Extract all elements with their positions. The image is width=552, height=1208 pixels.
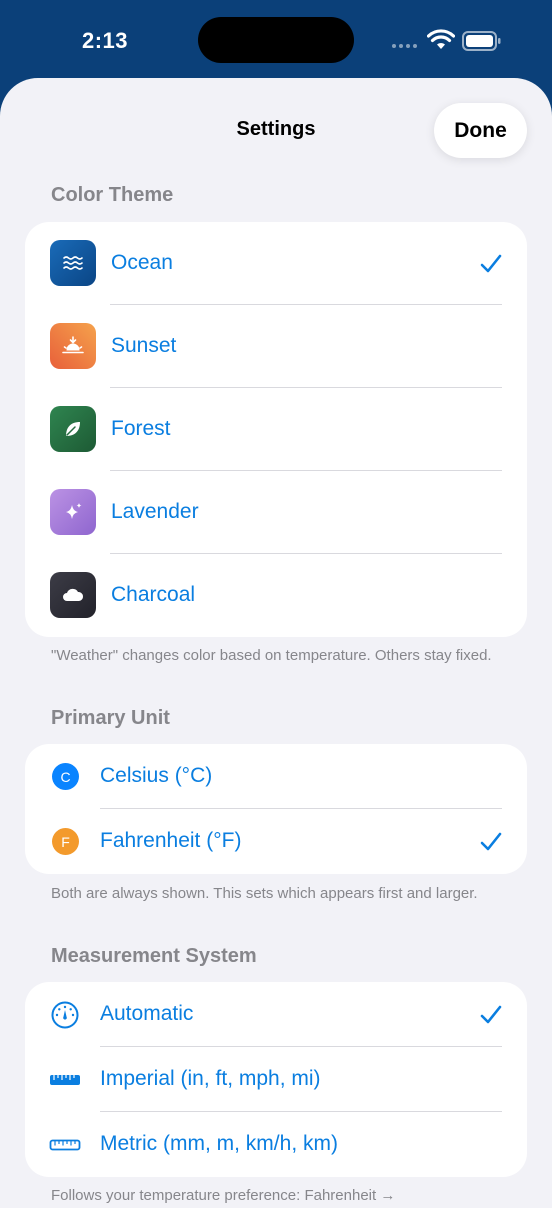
color-theme-list: Ocean Sunset Forest Lavender Charcoal (25, 222, 527, 637)
waves-icon (50, 240, 96, 286)
primary-unit-list: C Celsius (°C) F Fahrenheit (°F) (25, 744, 527, 874)
theme-label: Sunset (111, 334, 177, 357)
measurement-label: Metric (mm, m, km/h, km) (100, 1132, 338, 1155)
celsius-badge-icon: C (52, 763, 79, 790)
theme-label: Forest (111, 417, 171, 440)
leaf-icon (50, 406, 96, 452)
cellular-signal-icon (392, 44, 417, 48)
dynamic-island (198, 17, 354, 63)
checkmark-icon (480, 254, 502, 272)
theme-label: Charcoal (111, 583, 196, 606)
unit-option-celsius[interactable]: C Celsius (°C) (25, 744, 527, 809)
ruler-icon (49, 1065, 81, 1095)
theme-option-forest[interactable]: Forest (25, 388, 527, 471)
unit-option-fahrenheit[interactable]: F Fahrenheit (°F) (25, 809, 527, 874)
gauge-icon (49, 1000, 81, 1030)
settings-sheet: Settings Done Color Theme Ocean Sunset F… (0, 78, 552, 1208)
battery-icon (462, 31, 501, 51)
sparkle-icon (50, 489, 96, 535)
measurement-label: Imperial (in, ft, mph, mi) (100, 1067, 321, 1090)
checkmark-icon (480, 1005, 502, 1023)
theme-option-ocean[interactable]: Ocean (25, 222, 527, 305)
theme-label: Ocean (111, 251, 173, 274)
unit-label: Celsius (°C) (100, 764, 213, 787)
theme-option-charcoal[interactable]: Charcoal (25, 554, 527, 637)
status-time: 2:13 (82, 28, 129, 53)
measurement-option-automatic[interactable]: Automatic (25, 982, 527, 1047)
color-theme-footer: "Weather" changes color based on tempera… (51, 647, 492, 664)
primary-unit-footer: Both are always shown. This sets which a… (51, 885, 478, 902)
measurement-option-metric[interactable]: Metric (mm, m, km/h, km) (25, 1112, 527, 1177)
fahrenheit-badge-icon: F (52, 828, 79, 855)
section-header-primary-unit: Primary Unit (51, 707, 170, 729)
sunset-icon (50, 323, 96, 369)
cloud-icon (50, 572, 96, 618)
ruler-icon (49, 1130, 81, 1160)
measurement-option-imperial[interactable]: Imperial (in, ft, mph, mi) (25, 1047, 527, 1112)
section-header-color-theme: Color Theme (51, 184, 174, 206)
theme-option-lavender[interactable]: Lavender (25, 471, 527, 554)
theme-label: Lavender (111, 500, 199, 523)
unit-label: Fahrenheit (°F) (100, 829, 242, 852)
measurement-system-list: Automatic Imperial (in, ft, mph, mi) Met… (25, 982, 527, 1177)
wifi-icon (427, 29, 455, 49)
done-button[interactable]: Done (434, 103, 527, 158)
theme-option-sunset[interactable]: Sunset (25, 305, 527, 388)
section-header-measurement-system: Measurement System (51, 945, 257, 967)
measurement-system-footer: Follows your temperature preference: Fah… (51, 1187, 396, 1204)
checkmark-icon (480, 832, 502, 850)
measurement-label: Automatic (100, 1002, 194, 1025)
